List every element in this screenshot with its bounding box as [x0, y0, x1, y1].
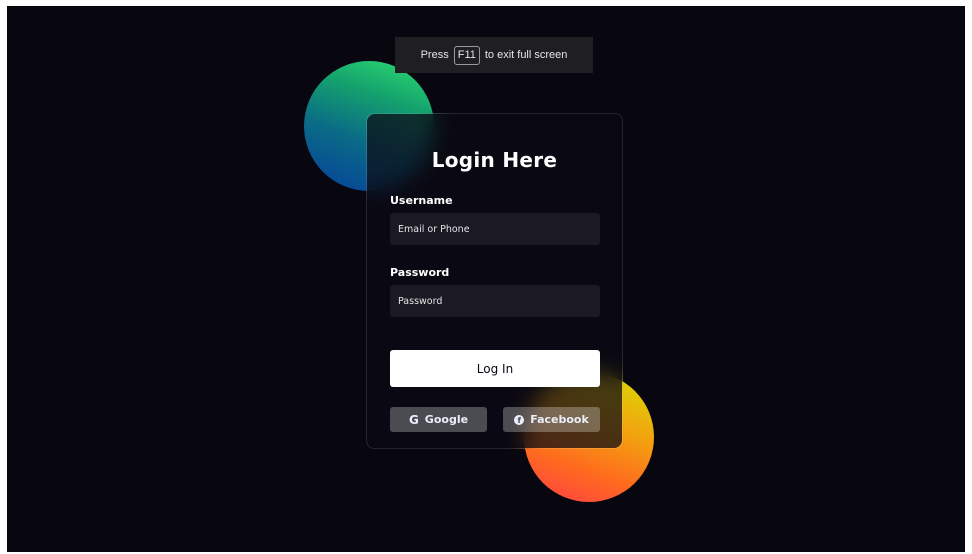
facebook-icon: f: [514, 414, 525, 425]
fullscreen-notice: Press F11 to exit full screen: [395, 37, 593, 73]
facebook-login-button[interactable]: f Facebook: [503, 407, 600, 432]
password-input[interactable]: [390, 285, 600, 317]
google-label: Google: [424, 413, 469, 426]
google-icon: G: [408, 412, 419, 427]
username-label: Username: [390, 194, 453, 207]
google-login-button[interactable]: G Google: [390, 407, 487, 432]
fullscreen-notice-suffix: to exit full screen: [484, 49, 568, 61]
username-input[interactable]: [390, 213, 600, 245]
app-screen: Press F11 to exit full screen Login Here…: [7, 6, 965, 552]
facebook-label: Facebook: [530, 413, 589, 426]
fullscreen-key: F11: [453, 45, 480, 65]
fullscreen-notice-prefix: Press: [420, 49, 449, 61]
login-button[interactable]: Log In: [390, 350, 600, 387]
login-form: Login Here Username Password Log In G Go…: [366, 113, 623, 449]
password-label: Password: [390, 266, 450, 279]
form-title: Login Here: [431, 148, 558, 172]
